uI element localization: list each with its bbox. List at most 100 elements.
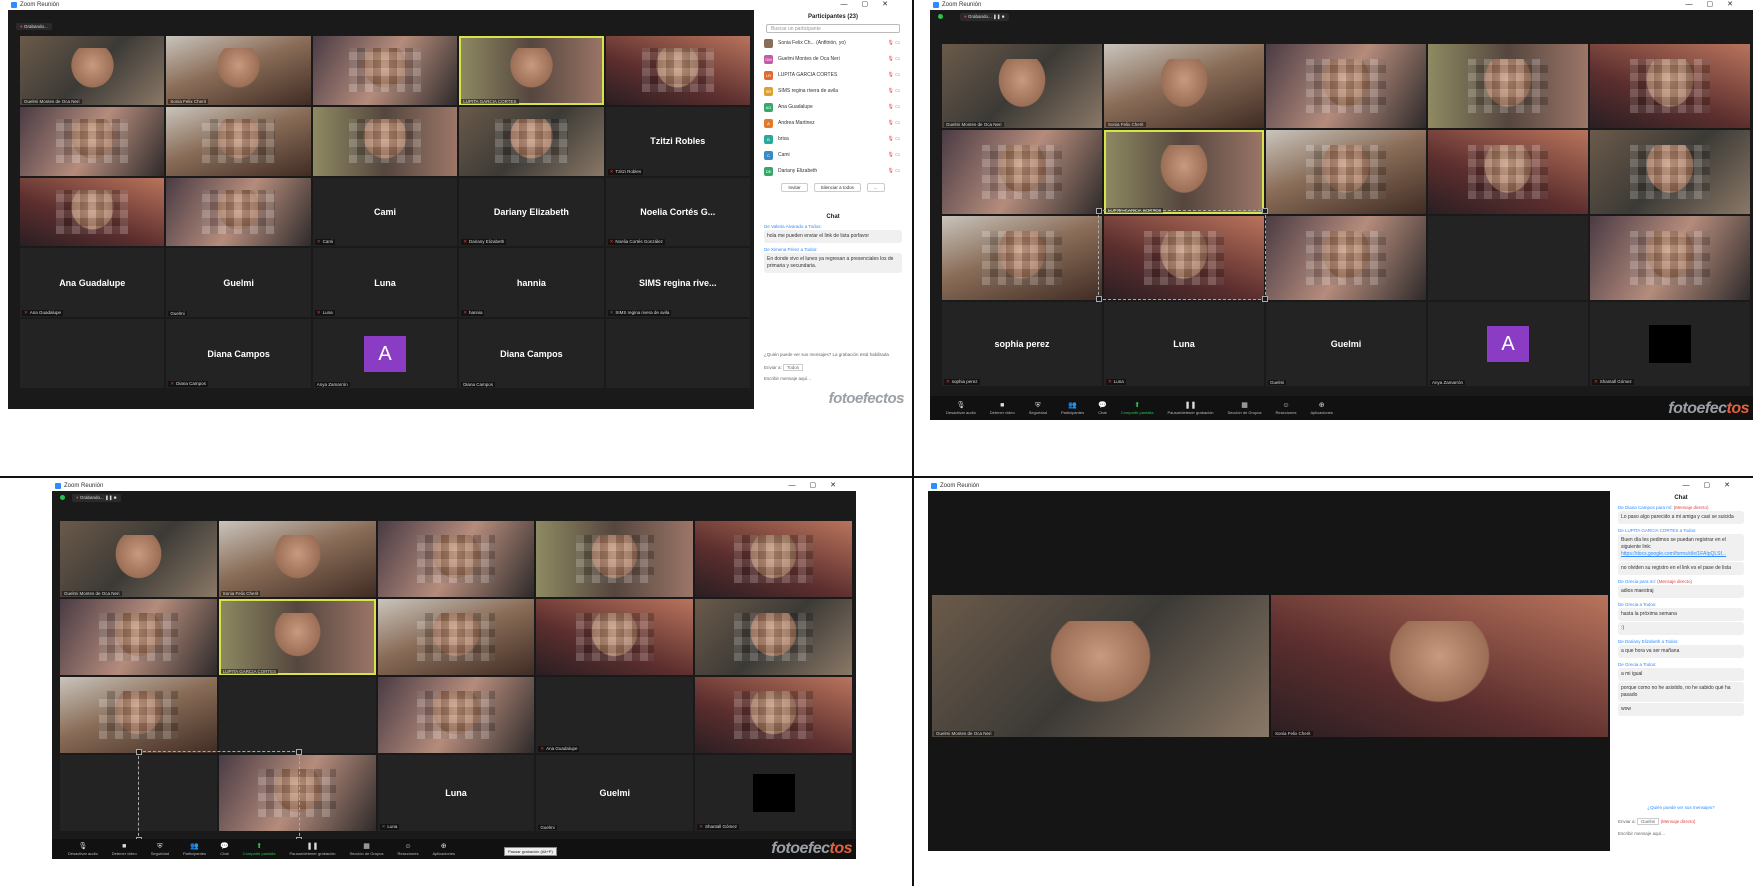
participant-tile[interactable]: SIMS regina rive... ✕ SIMS regina rivera d… [605, 248, 750, 318]
participant-tile[interactable] [536, 599, 694, 675]
participant-tile[interactable]: Dariany Elizabeth ✕ Dariany Elizabeth [459, 177, 604, 247]
window-controls[interactable]: —▢✕ [1686, 0, 1747, 10]
participant-tile[interactable] [1266, 130, 1426, 214]
participant-tile[interactable]: ✕ Shantall Gómez [695, 755, 852, 831]
speaker-tile[interactable]: Sonia Felix Cherit [1271, 595, 1608, 737]
participant-tile[interactable]: Noelia Cortés G... ✕ Noelia Cortés Gonzále… [605, 177, 750, 247]
camera-button[interactable]: ■ Detener video [112, 843, 137, 856]
participant-tile[interactable]: LUPITA GARCIA CORTES [1104, 130, 1264, 214]
participants-button[interactable]: 👥 Participantes [183, 843, 206, 856]
participant-tile[interactable] [1428, 130, 1588, 214]
participant-row[interactable]: DE Dariany Elizabeth 🎙 ▭ [758, 163, 908, 179]
participant-tile[interactable]: A Anya Zamarrón [312, 319, 458, 388]
chat-notice[interactable]: ¿Quién puede ver sus mensajes? La grabac… [764, 352, 902, 357]
recording-indicator[interactable]: ● Grabando... ❚❚ ■ [72, 494, 121, 502]
shield-button[interactable]: ⛨ Seguridad [1029, 402, 1047, 415]
participant-tile[interactable] [377, 599, 535, 675]
participant-tile[interactable]: sophia perez ✕ sophia perez [942, 302, 1102, 386]
participant-row[interactable]: C Cami 🎙 ▭ [758, 147, 908, 163]
participant-tile[interactable]: Luna ✕ Luna [312, 248, 458, 318]
participant-tile[interactable]: hannia ✕ hannia [459, 248, 604, 318]
participant-tile[interactable] [605, 319, 750, 388]
participant-row[interactable]: Sonia Felix Ch... (Anfitrión, yo) 🎙 ▭ [758, 35, 908, 51]
mute-all-button[interactable]: Silenciar a todos [813, 183, 861, 192]
participant-tile[interactable]: Tzitzi Robles ✕ Tzitzi Robles [605, 106, 750, 176]
participant-tile[interactable]: Guelmi Guelmi [166, 248, 311, 318]
participant-row[interactable]: A Andrea Martinez 🎙 ▭ [758, 115, 908, 131]
share-screen-button[interactable]: ⬆ Compartir pantalla [243, 843, 276, 856]
participant-tile[interactable]: Luna ✕ Luna [1104, 302, 1264, 386]
send-to-select[interactable]: Todos [783, 364, 804, 371]
participant-tile[interactable]: Cami ✕ Cami [312, 177, 458, 247]
participant-tile[interactable] [20, 177, 165, 247]
participant-search-input[interactable]: Buscar un participante [766, 24, 900, 33]
participant-tile[interactable] [377, 677, 535, 753]
participant-tile[interactable]: Guelmi Guelmi [1266, 302, 1426, 386]
reactions-button[interactable]: ☺ Reacciones [398, 843, 419, 856]
window-controls[interactable]: —▢✕ [1683, 481, 1744, 491]
recording-indicator[interactable]: ● Grabando... ❚❚ ■ [960, 13, 1009, 21]
breakout-button[interactable]: ▦ Sección de Grupos [1228, 402, 1262, 415]
participant-tile[interactable] [166, 177, 311, 247]
participant-tile[interactable] [605, 36, 750, 105]
participant-tile[interactable] [312, 36, 458, 105]
participant-tile[interactable] [695, 521, 852, 597]
participant-tile[interactable] [695, 677, 852, 753]
chat-link[interactable]: https://docs.google.com/forms/d/e/1FAIpQ… [1621, 551, 1741, 558]
participants-button[interactable]: 👥 Participantes [1061, 402, 1084, 415]
shield-button[interactable]: ⛨ Seguridad [151, 843, 169, 856]
participant-tile[interactable] [1590, 216, 1750, 300]
participant-tile[interactable] [60, 677, 217, 753]
send-to-row[interactable]: Enviar a: Todos [764, 364, 902, 371]
participant-tile[interactable]: LUPITA GARCIA CORTES [218, 599, 376, 675]
window-controls[interactable]: —▢✕ [841, 0, 902, 10]
participant-tile[interactable] [1266, 216, 1426, 300]
participant-tile[interactable]: Ana Guadalupe ✕ Ana Guadalupe [20, 248, 165, 318]
share-screen-button[interactable]: ⬆ Compartir pantalla [1121, 402, 1154, 415]
participant-tile[interactable]: Sonia Felix Cherit [1104, 44, 1264, 128]
reactions-button[interactable]: ☺ Reacciones [1276, 402, 1297, 415]
chat-notice[interactable]: ¿Quién puede ver sus mensajes? [1618, 805, 1744, 810]
participant-tile[interactable]: A Anya Zamarrón [1428, 302, 1588, 386]
apps-button[interactable]: ⊕ Aplicaciones [1310, 402, 1332, 415]
send-to-select[interactable]: Guelmi [1637, 818, 1660, 825]
chat-button[interactable]: 💬 Chat [220, 843, 229, 856]
participant-tile[interactable] [1590, 44, 1750, 128]
participant-tile[interactable]: Guelmi Montes de Oca Neri [20, 36, 165, 105]
participant-tile[interactable]: Sonia Felix Cherit [218, 521, 376, 597]
participant-tile[interactable] [312, 106, 458, 176]
participant-row[interactable]: GM Guelmi Montes de Oca Neri 🎙 ▭ [758, 51, 908, 67]
send-to-row[interactable]: Enviar a: Guelmi (Mensaje directo) [1618, 818, 1744, 825]
participant-tile[interactable] [1590, 130, 1750, 214]
recording-indicator[interactable]: ● Grabando... [16, 23, 52, 30]
participant-row[interactable]: AG Ana Guadalupe 🎙 ▭ [758, 99, 908, 115]
chat-input[interactable]: Escribir mensaje aquí... [1618, 831, 1744, 836]
participant-tile[interactable] [60, 599, 217, 675]
participant-row[interactable]: LR LUPITA GARCIA CORTES 🎙 ▭ [758, 67, 908, 83]
chat-button[interactable]: 💬 Chat [1098, 402, 1107, 415]
participant-tile[interactable] [942, 130, 1102, 214]
invite-button[interactable]: Invitar [781, 183, 808, 192]
participant-row[interactable]: SR SIMS regina rivera de avila 🎙 ▭ [758, 83, 908, 99]
participant-tile[interactable]: ✕ Shantall Gómez [1590, 302, 1750, 386]
participant-tile[interactable]: LUPITA GARCIA CORTES [459, 36, 604, 105]
more-button[interactable]: ... [866, 183, 885, 192]
participant-tile[interactable] [20, 106, 165, 176]
apps-button[interactable]: ⊕ Aplicaciones [432, 843, 454, 856]
participant-tile[interactable]: ✕ Ana Guadalupe [536, 677, 694, 753]
participant-tile[interactable] [377, 521, 535, 597]
participant-tile[interactable]: Diana Campos ✕ Diana Campos [166, 319, 311, 388]
participant-tile[interactable]: Guelmi Montes de Oca Neri [60, 521, 217, 597]
participant-tile[interactable]: Sonia Felix Cherit [166, 36, 311, 105]
participant-tile[interactable] [695, 599, 852, 675]
participant-tile[interactable] [1266, 44, 1426, 128]
participant-tile[interactable]: Luna ✕ Luna [377, 755, 535, 831]
participant-tile[interactable] [1428, 216, 1588, 300]
camera-button[interactable]: ■ Detener video [990, 402, 1015, 415]
participant-tile[interactable] [218, 677, 376, 753]
breakout-button[interactable]: ▦ Sección de Grupos [350, 843, 384, 856]
participant-tile[interactable]: Guelmi Montes de Oca Neri [942, 44, 1102, 128]
participant-tile[interactable] [166, 106, 311, 176]
window-controls[interactable]: —▢✕ [789, 481, 850, 491]
chat-input[interactable]: Escribir mensaje aquí... [764, 376, 902, 381]
